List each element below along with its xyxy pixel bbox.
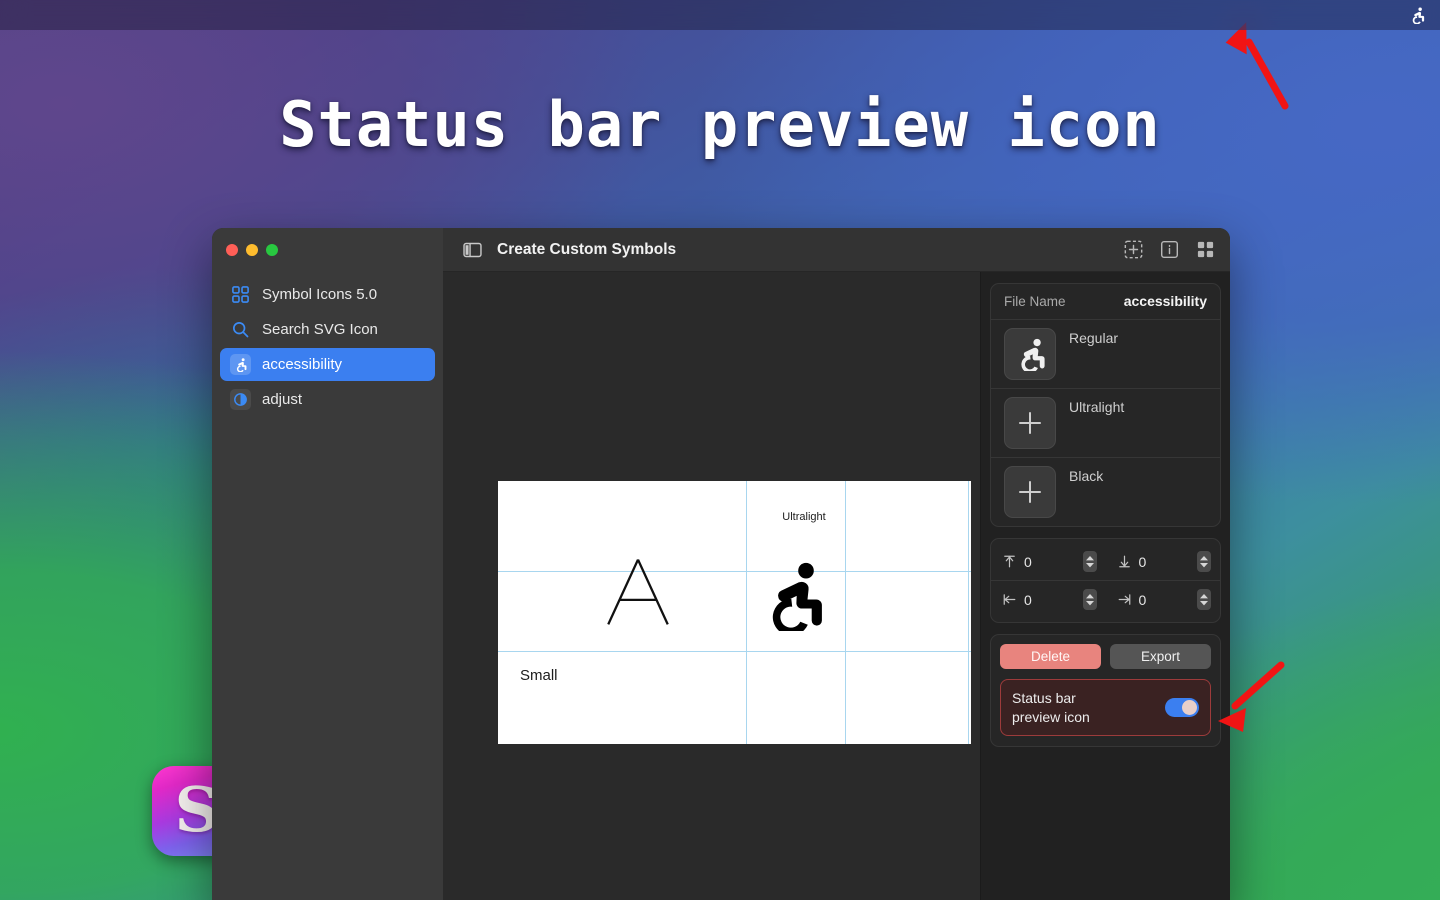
system-menu-bar	[0, 0, 1440, 30]
align-left-icon	[1002, 592, 1017, 607]
plus-icon	[1019, 481, 1041, 503]
guide-line-baseline	[498, 651, 971, 652]
status-bar-preview-icon-label: Status bar preview icon	[1012, 690, 1090, 725]
delete-button[interactable]: Delete	[1000, 644, 1101, 669]
action-button-row: Delete Export	[1000, 644, 1211, 669]
sidebar: Symbol Icons 5.0 Search SVG Icon accessi…	[212, 228, 443, 900]
close-button[interactable]	[226, 244, 238, 256]
add-symbol-icon[interactable]	[1122, 239, 1144, 261]
sidebar-list: Symbol Icons 5.0 Search SVG Icon accessi…	[212, 272, 443, 416]
stepper-value[interactable]: 0	[1024, 592, 1076, 608]
sidebar-item-label: Search SVG Icon	[262, 321, 378, 338]
weight-thumbnail-regular[interactable]	[1004, 328, 1056, 380]
stepper-line-vertical: 0 0	[991, 543, 1220, 580]
grid-squares-icon	[230, 284, 251, 305]
align-right-icon	[1117, 592, 1132, 607]
page-title: Status bar preview icon	[279, 88, 1161, 161]
guide-line-far-right	[968, 481, 969, 744]
maximize-button[interactable]	[266, 244, 278, 256]
guide-line-cap-height	[498, 571, 971, 572]
sidebar-toggle-icon[interactable]	[461, 239, 483, 261]
accessibility-wheelchair-icon[interactable]	[1406, 4, 1428, 26]
stepper-left-margin[interactable]: 0	[991, 581, 1106, 618]
align-bottom-icon	[1117, 554, 1132, 569]
actions-card: Delete Export Status bar preview icon	[990, 634, 1221, 748]
grid-view-icon[interactable]	[1194, 239, 1216, 261]
file-name-row: File Name accessibility	[991, 284, 1220, 319]
minimize-button[interactable]	[246, 244, 258, 256]
inspector-panel: File Name accessibility Regular Ultralig…	[980, 272, 1230, 900]
stepper-value[interactable]: 0	[1024, 554, 1076, 570]
stepper-line-horizontal: 0 0	[991, 580, 1220, 618]
stepper-arrows[interactable]	[1082, 589, 1097, 610]
circle-half-filled-icon	[230, 389, 251, 410]
sidebar-item-label: Symbol Icons 5.0	[262, 286, 378, 303]
accessibility-wheelchair-icon	[1021, 338, 1045, 371]
stepper-arrows[interactable]	[1082, 551, 1097, 572]
weight-row-regular[interactable]: Regular	[991, 319, 1220, 388]
weight-label: Black	[1069, 468, 1104, 484]
window-titlebar: Create Custom Symbols	[443, 228, 1230, 272]
weight-thumbnail-ultralight[interactable]	[1004, 397, 1056, 449]
accessibility-wheelchair-icon	[772, 562, 822, 631]
export-button[interactable]: Export	[1110, 644, 1211, 669]
weight-row-black[interactable]: Black	[991, 457, 1220, 526]
symbol-preview-sheet: Ultralight Small	[498, 481, 971, 744]
file-name-label: File Name	[1004, 293, 1066, 309]
app-window: Symbol Icons 5.0 Search SVG Icon accessi…	[212, 228, 1230, 900]
window-body: Ultralight Small File Name accessibility…	[443, 272, 1230, 900]
file-info-card: File Name accessibility Regular Ultralig…	[990, 283, 1221, 527]
status-bar-preview-icon-toggle[interactable]	[1165, 698, 1199, 718]
sidebar-item-label: adjust	[262, 391, 303, 408]
weight-label: Regular	[1069, 330, 1119, 346]
stepper-value[interactable]: 0	[1139, 592, 1191, 608]
toggle-knob	[1182, 700, 1197, 716]
stepper-right-margin[interactable]: 0	[1106, 581, 1221, 618]
plus-icon	[1019, 412, 1041, 434]
weight-thumbnail-black[interactable]	[1004, 466, 1056, 518]
file-name-value[interactable]: accessibility	[1124, 293, 1207, 309]
status-bar-preview-icon-row[interactable]: Status bar preview icon	[1000, 679, 1211, 737]
weight-label: Ultralight	[1069, 399, 1125, 415]
sidebar-item-label: accessibility	[262, 356, 343, 373]
sidebar-item-adjust[interactable]: adjust	[220, 383, 435, 416]
symbol-canvas[interactable]: Ultralight Small	[443, 272, 980, 900]
stepper-arrows[interactable]	[1197, 589, 1211, 610]
stepper-bottom-margin[interactable]: 0	[1106, 543, 1221, 580]
weight-row-ultralight[interactable]: Ultralight	[991, 388, 1220, 457]
info-icon[interactable]	[1158, 239, 1180, 261]
stepper-arrows[interactable]	[1197, 551, 1211, 572]
sidebar-item-accessibility[interactable]: accessibility	[220, 348, 435, 381]
search-icon	[230, 319, 251, 340]
stepper-top-margin[interactable]: 0	[991, 543, 1106, 580]
accessibility-wheelchair-icon	[230, 354, 251, 375]
window-content: Create Custom Symbols Ultralight Small F…	[443, 228, 1230, 900]
sidebar-item-symbol-icons[interactable]: Symbol Icons 5.0	[220, 278, 435, 311]
window-title: Create Custom Symbols	[497, 240, 677, 258]
margin-steppers-card: 0 0 0 0	[990, 538, 1221, 623]
align-top-icon	[1002, 554, 1017, 569]
canvas-weight-label: Ultralight	[782, 511, 826, 523]
stepper-value[interactable]: 0	[1139, 554, 1191, 570]
window-traffic-lights	[212, 228, 443, 272]
canvas-size-label: Small	[520, 667, 558, 684]
sidebar-item-search-svg-icon[interactable]: Search SVG Icon	[220, 313, 435, 346]
letter-a-glyph	[607, 559, 669, 625]
